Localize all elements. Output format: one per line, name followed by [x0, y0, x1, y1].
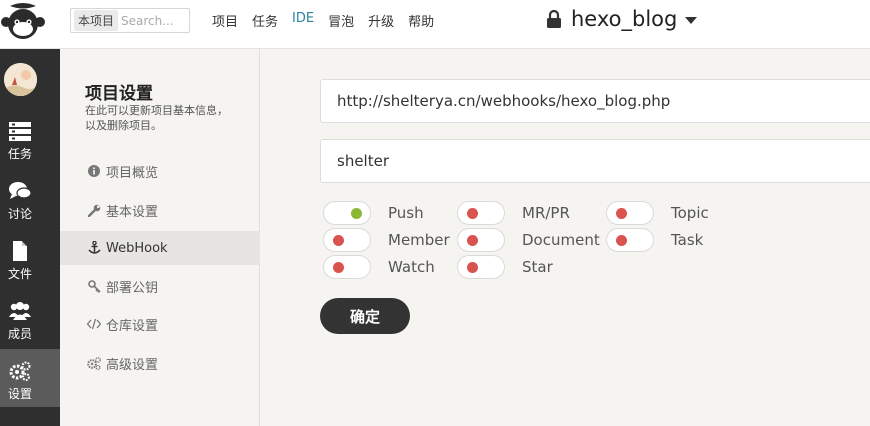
event-toggle-mr-pr[interactable]	[457, 201, 505, 225]
search-input[interactable]	[121, 13, 188, 28]
settings-menu-webhook[interactable]: WebHook	[60, 231, 260, 265]
settings-menu-label: 仓库设置	[106, 318, 159, 334]
settings-menu-label: 高级设置	[106, 357, 159, 373]
page-title: 项目设置	[85, 84, 153, 104]
settings-panel: 项目设置 在此可以更新项目基本信息，以及删除项目。 项目概览 基本设置 WebH…	[60, 49, 260, 426]
event-label: Member	[388, 231, 450, 249]
event-mr-pr: MR/PR	[457, 201, 570, 225]
nav-ide[interactable]: IDE	[292, 11, 314, 30]
event-task: Task	[606, 228, 703, 252]
toggle-indicator	[616, 235, 627, 246]
chevron-down-icon	[685, 17, 698, 24]
event-toggle-star[interactable]	[457, 255, 505, 279]
nav-upgrade[interactable]: 升级	[368, 11, 394, 30]
settings-menu-deploy-keys[interactable]: 部署公钥	[60, 269, 260, 303]
file-icon	[13, 241, 27, 261]
settings-menu-advanced[interactable]: 高级设置	[60, 346, 260, 380]
event-member: Member	[323, 228, 450, 252]
event-label: Document	[522, 231, 600, 249]
confirm-button[interactable]: 确定	[320, 298, 410, 334]
sidebar-item-label: 设置	[8, 387, 33, 401]
toggle-indicator	[333, 235, 344, 246]
toggle-indicator	[333, 262, 344, 273]
page-description: 在此可以更新项目基本信息，以及删除项目。	[85, 104, 228, 132]
event-label: Task	[671, 231, 704, 249]
webhook-url-field[interactable]: http://shelterya.cn/webhooks/hexo_blog.p…	[320, 79, 870, 123]
event-toggle-member[interactable]	[323, 228, 371, 252]
settings-menu-label: 项目概览	[106, 165, 159, 181]
anchor-icon	[87, 241, 101, 255]
search-scope-label[interactable]: 本项目	[74, 10, 119, 31]
event-watch: Watch	[323, 255, 435, 279]
event-topic: Topic	[606, 201, 709, 225]
settings-menu-label: 基本设置	[106, 204, 159, 220]
event-label: Topic	[671, 204, 709, 222]
settings-menu-label: WebHook	[106, 240, 168, 256]
discussion-icon	[9, 182, 31, 199]
settings-menu-repository[interactable]: 仓库设置	[60, 307, 260, 341]
event-label: Star	[522, 258, 553, 276]
app-sidebar: 任务 讨论 文件 成员 设置	[0, 49, 60, 426]
event-toggle-push[interactable]	[323, 201, 371, 225]
sidebar-item-label: 任务	[8, 147, 33, 161]
task-icon	[9, 122, 31, 141]
sidebar-item-tasks[interactable]: 任务	[0, 109, 60, 167]
event-label: Watch	[388, 258, 435, 276]
event-toggle-document[interactable]	[457, 228, 505, 252]
nav-bubble[interactable]: 冒泡	[328, 11, 354, 30]
info-icon	[87, 164, 101, 178]
event-toggle-topic[interactable]	[606, 201, 654, 225]
sidebar-item-label: 成员	[8, 327, 33, 341]
toggle-indicator	[467, 262, 478, 273]
event-document: Document	[457, 228, 600, 252]
event-star: Star	[457, 255, 553, 279]
sidebar-item-files[interactable]: 文件	[0, 229, 60, 287]
lock-icon	[547, 9, 561, 28]
toggle-indicator	[467, 235, 478, 246]
avatar-image	[4, 63, 37, 96]
project-name: hexo_blog	[571, 7, 678, 31]
event-label: MR/PR	[522, 204, 570, 222]
top-nav: 项目 任务 IDE 冒泡 升级 帮助	[212, 11, 448, 30]
members-icon	[9, 302, 31, 320]
sidebar-item-members[interactable]: 成员	[0, 289, 60, 347]
settings-icon	[9, 361, 31, 381]
search-box[interactable]: 本项目	[70, 8, 190, 33]
settings-menu-overview[interactable]: 项目概览	[60, 154, 260, 188]
nav-projects[interactable]: 项目	[212, 11, 238, 30]
sidebar-item-label: 讨论	[8, 207, 33, 221]
nav-tasks[interactable]: 任务	[252, 11, 278, 30]
settings-menu-basic[interactable]: 基本设置	[60, 193, 260, 227]
toggle-indicator	[616, 208, 627, 219]
code-icon	[87, 317, 101, 331]
top-bar: 本项目 项目 任务 IDE 冒泡 升级 帮助 hexo_blog	[0, 0, 870, 49]
event-toggle-watch[interactable]	[323, 255, 371, 279]
event-toggle-task[interactable]	[606, 228, 654, 252]
cogs-icon	[87, 356, 101, 370]
toggle-indicator	[467, 208, 478, 219]
sidebar-item-settings[interactable]: 设置	[0, 349, 60, 407]
nav-help[interactable]: 帮助	[408, 11, 434, 30]
webhook-token-field[interactable]: shelter	[320, 139, 870, 183]
event-label: Push	[388, 204, 424, 222]
event-push: Push	[323, 201, 424, 225]
settings-menu-label: 部署公钥	[106, 280, 159, 296]
monkey-logo-icon[interactable]	[0, 2, 46, 42]
sidebar-item-label: 文件	[8, 267, 33, 281]
wrench-icon	[87, 203, 101, 217]
toggle-indicator	[351, 208, 362, 219]
project-switcher[interactable]: hexo_blog	[546, 7, 698, 31]
sidebar-item-discussion[interactable]: 讨论	[0, 169, 60, 227]
key-icon	[87, 279, 101, 293]
avatar[interactable]	[4, 63, 37, 96]
